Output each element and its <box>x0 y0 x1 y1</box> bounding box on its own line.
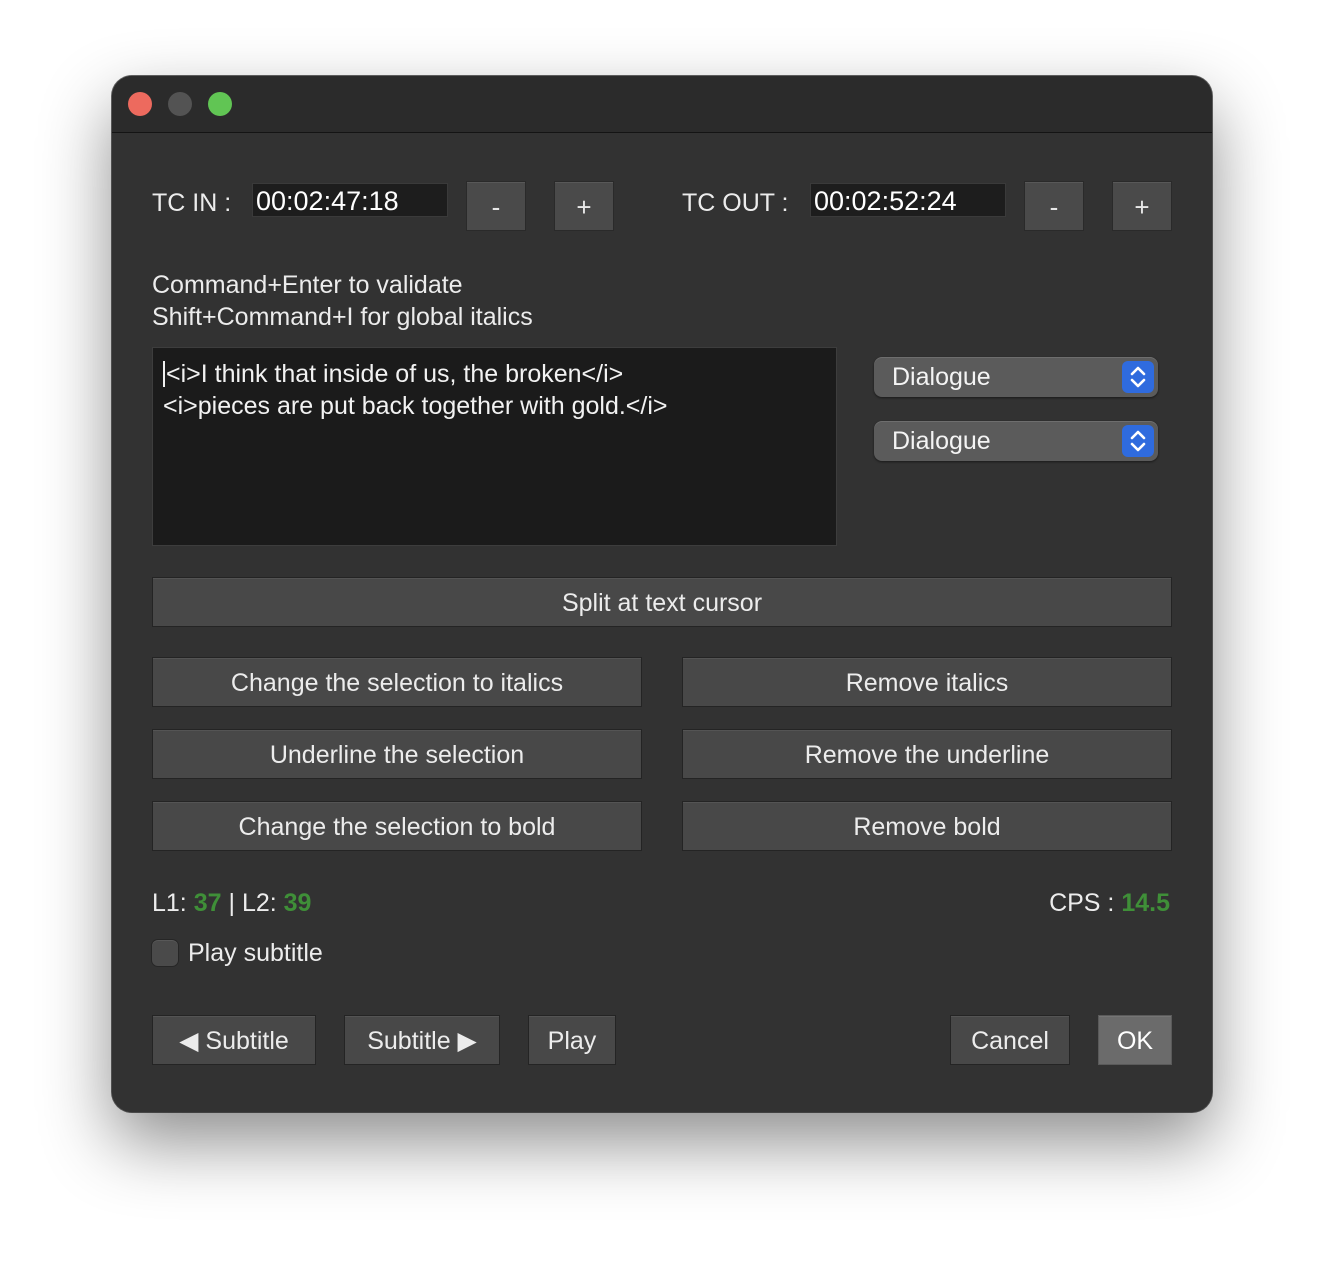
tc-in-label: TC IN : <box>152 189 232 217</box>
tc-out-decrement-button[interactable]: - <box>1024 181 1084 231</box>
italicize-selection-button[interactable]: Change the selection to italics <box>152 657 642 707</box>
bold-selection-button[interactable]: Change the selection to bold <box>152 801 642 851</box>
dialog-content: TC IN : 00:02:47:18 - + TC OUT : 00:02:5… <box>112 133 1212 1112</box>
hint-italics: Shift+Command+I for global italics <box>152 303 533 331</box>
tc-in-increment-button[interactable]: + <box>554 181 614 231</box>
play-button[interactable]: Play <box>528 1015 616 1065</box>
editor-line-1: <i>I think that inside of us, the broken… <box>166 360 624 388</box>
tc-out-label: TC OUT : <box>682 189 789 217</box>
previous-subtitle-button[interactable]: ◀ Subtitle <box>152 1015 316 1065</box>
cancel-button[interactable]: Cancel <box>950 1015 1070 1065</box>
subtitle-editor-window: TC IN : 00:02:47:18 - + TC OUT : 00:02:5… <box>112 76 1212 1112</box>
hint-validate: Command+Enter to validate <box>152 271 463 299</box>
l2-count: 39 <box>283 889 312 917</box>
editor-line-2: <i>pieces are put back together with gol… <box>163 392 668 420</box>
close-window-button[interactable] <box>128 92 152 116</box>
cps-stats: CPS : 14.5 <box>1049 889 1170 918</box>
l1-count: 37 <box>193 889 222 917</box>
remove-italics-button[interactable]: Remove italics <box>682 657 1172 707</box>
cps-label: CPS : <box>1049 889 1115 917</box>
tc-in-decrement-button[interactable]: - <box>466 181 526 231</box>
chevron-up-down-icon <box>1122 361 1154 393</box>
tc-in-field[interactable]: 00:02:47:18 <box>252 183 448 217</box>
chevron-up-down-icon <box>1122 425 1154 457</box>
stats-separator: | <box>228 889 235 917</box>
line-length-stats: L1: 37 | L2: 39 <box>152 889 311 918</box>
style-select-line-1[interactable]: Dialogue <box>874 357 1158 397</box>
ok-button[interactable]: OK <box>1098 1015 1172 1065</box>
l1-label: L1: <box>152 889 187 917</box>
underline-selection-button[interactable]: Underline the selection <box>152 729 642 779</box>
l2-label: L2: <box>241 889 277 917</box>
tc-out-increment-button[interactable]: + <box>1112 181 1172 231</box>
play-subtitle-label[interactable]: Play subtitle <box>188 939 323 968</box>
next-subtitle-button[interactable]: Subtitle ▶ <box>344 1015 500 1065</box>
play-subtitle-checkbox[interactable] <box>152 940 178 966</box>
subtitle-text-editor[interactable]: <i>I think that inside of us, the broken… <box>152 347 837 546</box>
text-cursor <box>163 361 165 387</box>
tc-out-field[interactable]: 00:02:52:24 <box>810 183 1006 217</box>
remove-underline-button[interactable]: Remove the underline <box>682 729 1172 779</box>
style-select-line-2[interactable]: Dialogue <box>874 421 1158 461</box>
style-select-line-2-value: Dialogue <box>892 427 991 455</box>
title-bar <box>112 76 1212 133</box>
cps-value: 14.5 <box>1121 889 1170 917</box>
minimize-window-button[interactable] <box>168 92 192 116</box>
style-select-line-1-value: Dialogue <box>892 363 991 391</box>
zoom-window-button[interactable] <box>208 92 232 116</box>
split-at-cursor-button[interactable]: Split at text cursor <box>152 577 1172 627</box>
remove-bold-button[interactable]: Remove bold <box>682 801 1172 851</box>
